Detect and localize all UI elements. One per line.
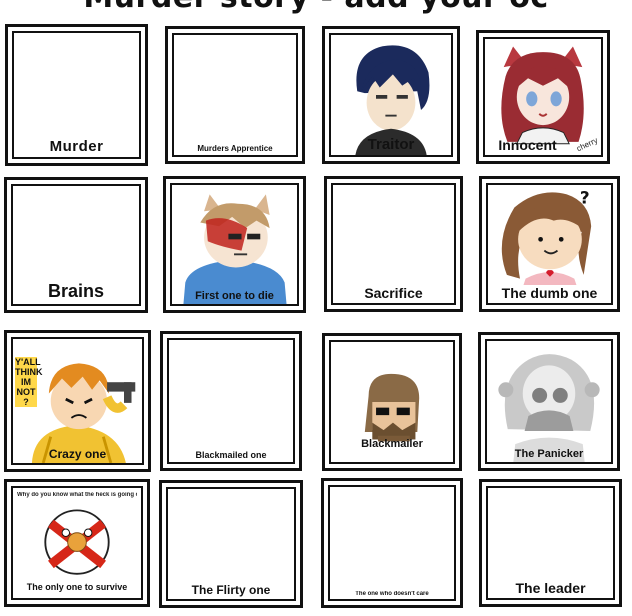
cell-label: The Flirty one: [191, 583, 271, 597]
cell-label: First one to die: [195, 290, 274, 302]
cell-murder[interactable]: Murder: [5, 24, 148, 166]
cell-murders-apprentice[interactable]: Murders Apprentice: [165, 26, 305, 164]
cell-the-panicker[interactable]: The Panicker: [478, 332, 620, 471]
cell-label: Crazy one: [48, 447, 107, 461]
cell-label: The dumb one: [488, 285, 611, 301]
cell-label: Blackmailer: [361, 438, 423, 450]
cell-label: The leader: [515, 580, 586, 596]
cell-label: Brains: [47, 281, 105, 301]
cell-blackmailer[interactable]: Blackmailer: [322, 333, 462, 471]
cell-the-flirty-one[interactable]: The Flirty one: [159, 480, 303, 608]
cell-label: Traitor: [367, 136, 415, 153]
cell-first-one-to-die[interactable]: First one to die: [163, 176, 306, 313]
cell-label: Murders Apprentice: [197, 144, 273, 153]
cell-brains[interactable]: Brains: [4, 177, 148, 313]
cell-label: Sacrifice: [364, 285, 423, 301]
cell-the-dumb-one[interactable]: ? The dumb one: [479, 176, 620, 312]
cell-crazy-one[interactable]: Y'ALL THINK IM NOT ? Crazy one: [4, 330, 151, 472]
cell-label: The only one to survive: [26, 582, 128, 592]
cell-label: Innocent: [498, 137, 557, 153]
cell-the-leader[interactable]: The leader: [479, 479, 622, 607]
cell-traitor[interactable]: Traitor: [322, 26, 460, 164]
cell-blackmailed-one[interactable]: Blackmailed one: [160, 331, 302, 471]
cell-label: Blackmailed one: [195, 450, 267, 460]
svg-text:?: ?: [580, 188, 590, 208]
speech-text: Y'ALL THINK IM NOT ?: [15, 357, 43, 407]
cell-the-one-who-doesnt-care[interactable]: The one who doesn't care: [321, 478, 463, 608]
cell-label: The Panicker: [514, 448, 584, 460]
cell-the-only-one-to-survive[interactable]: Why do you know what the heck is going o…: [4, 479, 150, 607]
page-title: Murder story - add your oc: [0, 0, 632, 15]
cell-sacrifice[interactable]: Sacrifice: [324, 176, 463, 312]
panicker-character-drawing: [498, 354, 600, 462]
cell-label: Murder: [49, 138, 104, 155]
cell-label: The one who doesn't care: [355, 591, 429, 597]
cell-innocent[interactable]: Innocent cherry: [476, 30, 610, 164]
first-one-to-die-drawing: [183, 194, 287, 304]
